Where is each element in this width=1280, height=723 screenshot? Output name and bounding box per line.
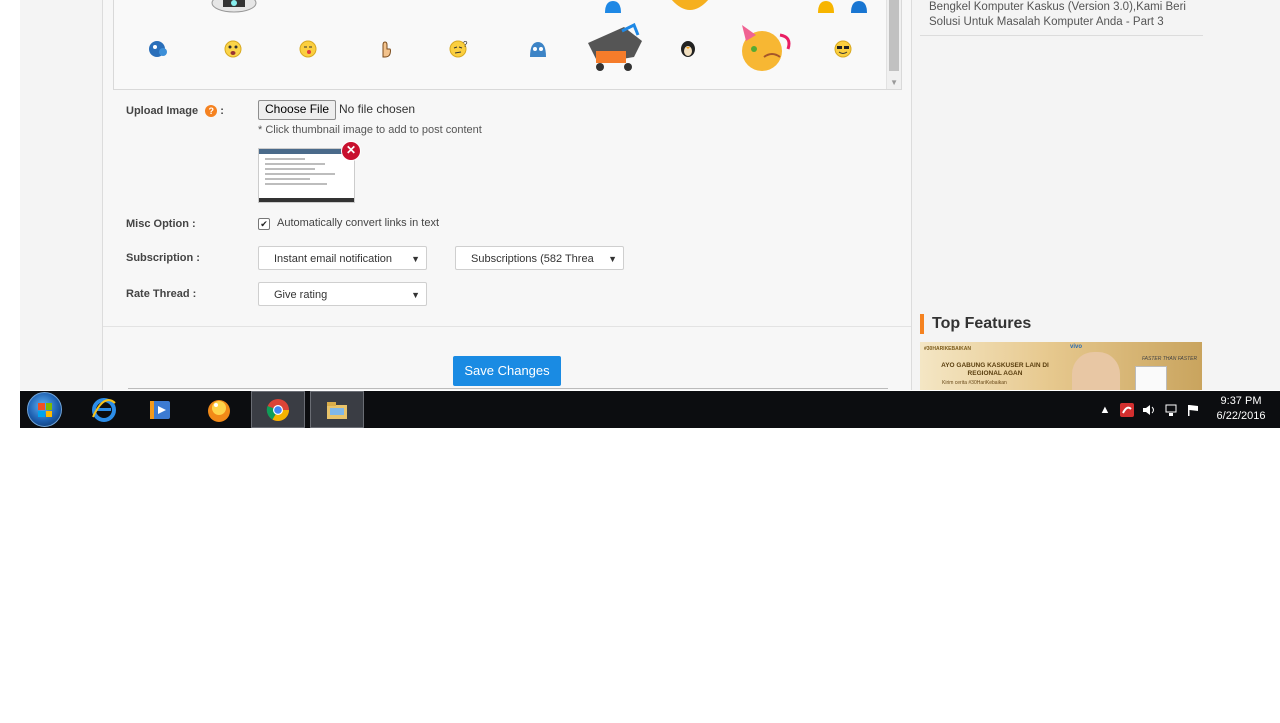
chevron-down-icon: ▼ — [411, 254, 420, 264]
banner-brand: vivo — [1070, 344, 1083, 350]
taskbar-internet-explorer[interactable] — [77, 391, 131, 428]
chevron-down-icon: ▼ — [411, 290, 420, 300]
clock-time: 9:37 PM — [1220, 395, 1262, 407]
windows-logo-icon — [38, 403, 52, 417]
auto-convert-links-label[interactable]: Automatically convert links in text — [277, 217, 439, 229]
folder-icon — [327, 401, 347, 419]
subscription-label: Subscription : — [126, 252, 200, 264]
banner-phone-image — [1135, 366, 1167, 390]
rate-thread-select[interactable]: Give rating ▼ — [258, 282, 427, 306]
banner-slogan: FASTER THAN FASTER — [1142, 356, 1198, 362]
emoticon-shocked[interactable] — [223, 39, 243, 59]
file-status-text: No file chosen — [339, 102, 416, 116]
emoticon-blue-person[interactable] — [601, 0, 625, 13]
left-gutter — [20, 0, 102, 390]
emoticon-hand[interactable] — [375, 39, 395, 59]
help-icon[interactable]: ? — [205, 105, 218, 118]
page-background: ? ▼ Upload Image ?: Choose File No file… — [20, 0, 1280, 390]
emoticon-blue-person-2[interactable] — [847, 0, 871, 13]
auto-convert-links-checkbox[interactable]: ✔ — [258, 218, 270, 230]
top-features-heading: Top Features — [920, 314, 1031, 334]
rate-thread-value: Give rating — [274, 289, 328, 301]
bottom-divider — [128, 388, 888, 389]
emoticon-cart-animation[interactable] — [584, 23, 646, 73]
system-tray: ▲ — [1098, 391, 1200, 428]
emoticon-kiss[interactable] — [298, 39, 318, 59]
taskbar-chrome[interactable] — [251, 391, 305, 428]
reply-form-panel: ? ▼ Upload Image ?: Choose File No file… — [102, 0, 912, 390]
banner-subtext: Kirim cerita #30HariKebaikan — [942, 380, 1007, 386]
emoticon-panel: ? ▼ — [113, 0, 902, 90]
upload-image-label: Upload Image ? : — [126, 105, 224, 118]
svg-text:?: ? — [463, 40, 468, 49]
emoticon-penguin[interactable] — [678, 39, 698, 59]
taskbar-file-explorer[interactable] — [310, 391, 364, 428]
network-icon[interactable] — [1164, 403, 1178, 417]
emoticon-blue-monster[interactable] — [528, 39, 548, 59]
taskbar-messenger[interactable] — [192, 391, 246, 428]
emoticon-cool[interactable] — [833, 39, 853, 59]
antivirus-icon[interactable] — [1120, 402, 1134, 417]
internet-explorer-icon — [92, 397, 116, 422]
banner-headline: AYO GABUNG KASKUSER LAIN DI REGIONAL AGA… — [941, 362, 1049, 377]
choose-file-button[interactable]: Choose File — [258, 100, 337, 120]
windows-taskbar: ▲ 9:37 PM 6/22/2016 — [20, 391, 1280, 428]
emoticon-robot[interactable] — [209, 0, 259, 13]
emoticon-confused[interactable]: ? — [449, 39, 469, 59]
scrollbar-thumb[interactable] — [889, 0, 899, 71]
emoticon-party-cat[interactable] — [734, 21, 796, 76]
subscription-folder-select[interactable]: Subscriptions (582 Threa ▼ — [455, 246, 624, 270]
taskbar-media-player[interactable] — [133, 391, 187, 428]
banner-photo — [1072, 352, 1120, 390]
misc-option-label: Misc Option : — [126, 218, 196, 230]
emoticon-blue-blob[interactable] — [148, 39, 168, 59]
action-center-flag-icon[interactable] — [1186, 403, 1200, 417]
chevron-down-icon: ▼ — [608, 254, 617, 264]
emoticon-scrollbar[interactable]: ▼ — [886, 0, 901, 89]
remove-image-icon[interactable]: ✕ — [341, 141, 361, 161]
emoticon-yellow-burst[interactable] — [667, 0, 713, 13]
label-colon: : — [220, 105, 224, 117]
chrome-icon — [266, 398, 289, 421]
subscription-mode-value: Instant email notification — [274, 253, 393, 265]
rate-thread-label: Rate Thread : — [126, 288, 197, 300]
banner-tag: #30HARIKEBAIKAN — [924, 346, 971, 352]
scroll-down-arrow-icon[interactable]: ▼ — [890, 78, 898, 87]
subscription-mode-select[interactable]: Instant email notification ▼ — [258, 246, 427, 270]
volume-icon[interactable] — [1142, 403, 1156, 417]
right-sidebar: Bengkel Komputer Kaskus (Version 3.0),Ka… — [920, 0, 1203, 390]
show-hidden-icons-icon[interactable]: ▲ — [1098, 403, 1112, 417]
media-player-icon — [150, 400, 170, 419]
subscription-folder-value: Subscriptions (582 Threa — [471, 253, 594, 265]
related-thread-link[interactable]: Bengkel Komputer Kaskus (Version 3.0),Ka… — [929, 0, 1199, 30]
sidebar-divider — [920, 35, 1203, 36]
uploaded-image-thumbnail[interactable] — [258, 148, 355, 203]
save-changes-button[interactable]: Save Changes — [453, 356, 561, 386]
thumbnail-hint: * Click thumbnail image to add to post c… — [258, 124, 482, 136]
messenger-icon — [208, 399, 230, 422]
clock-date: 6/22/2016 — [1216, 410, 1266, 422]
form-divider — [103, 326, 911, 327]
start-button[interactable] — [27, 392, 62, 427]
emoticon-yellow-person[interactable] — [814, 0, 838, 13]
upload-image-label-text: Upload Image — [126, 105, 199, 117]
system-clock[interactable]: 9:37 PM 6/22/2016 — [1205, 394, 1277, 424]
top-features-banner[interactable]: #30HARIKEBAIKAN AYO GABUNG KASKUSER LAIN… — [920, 342, 1202, 390]
